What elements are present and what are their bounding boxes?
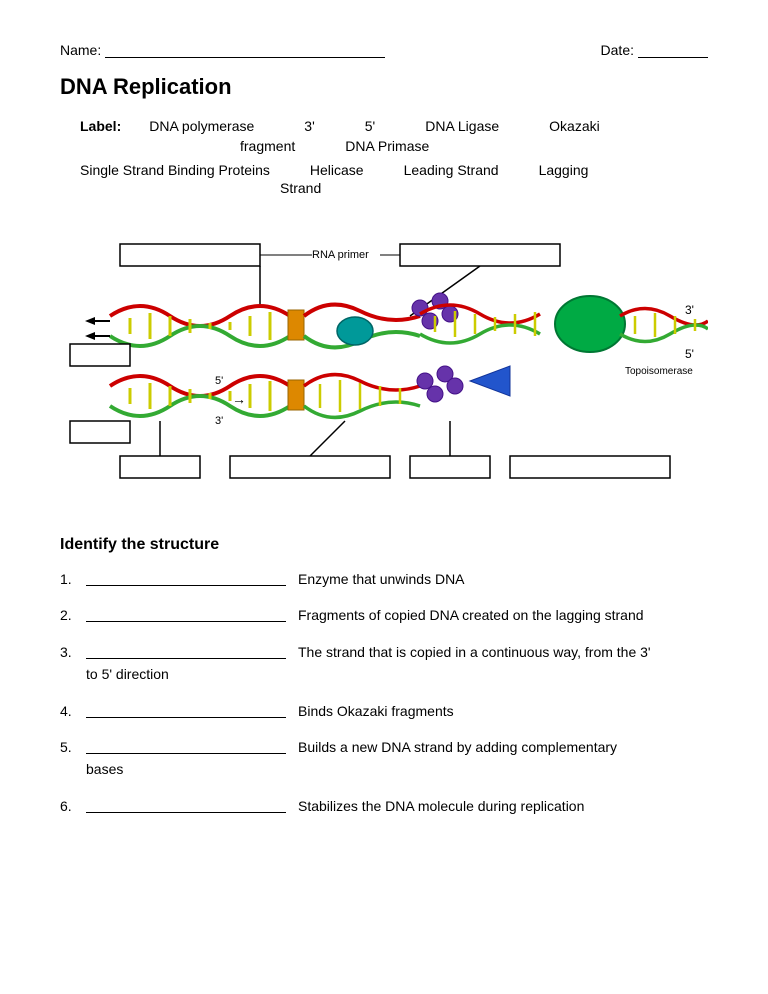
question-2: 2. Fragments of copied DNA created on th… bbox=[60, 604, 708, 626]
label-item-dna-polymerase: DNA polymerase bbox=[149, 118, 254, 134]
label-item-dna-primase: DNA Primase bbox=[345, 138, 429, 154]
q5-blank[interactable] bbox=[86, 736, 286, 754]
identify-section: Identify the structure 1. Enzyme that un… bbox=[60, 536, 708, 817]
q2-text: Fragments of copied DNA created on the l… bbox=[298, 604, 708, 626]
q6-num: 6. bbox=[60, 795, 80, 817]
q4-text: Binds Okazaki fragments bbox=[298, 700, 708, 722]
topoisomerase-label: Topoisomerase bbox=[625, 366, 693, 377]
label-item-ssbp: Single Strand Binding Proteins bbox=[80, 162, 270, 178]
label-item-3prime: 3' bbox=[304, 118, 314, 134]
name-field: Name: bbox=[60, 40, 385, 58]
q4-blank[interactable] bbox=[86, 700, 286, 718]
svg-text:3': 3' bbox=[215, 415, 223, 427]
label-bold: Label: bbox=[80, 118, 121, 134]
q5-text-cont: bases bbox=[86, 761, 123, 777]
identify-heading: Identify the structure bbox=[60, 536, 708, 554]
q1-num: 1. bbox=[60, 568, 80, 590]
date-field: Date: bbox=[601, 40, 708, 58]
diagram-container: RNA primer bbox=[60, 216, 708, 516]
q6-blank[interactable] bbox=[86, 795, 286, 813]
diagram-svg: RNA primer bbox=[60, 216, 708, 516]
name-label: Name: bbox=[60, 42, 101, 58]
question-4: 4. Binds Okazaki fragments bbox=[60, 700, 708, 722]
label-item-fragment: fragment bbox=[240, 138, 295, 154]
q1-blank[interactable] bbox=[86, 568, 286, 586]
label-item-helicase: Helicase bbox=[310, 162, 364, 178]
page-title: DNA Replication bbox=[60, 74, 708, 100]
q2-blank[interactable] bbox=[86, 604, 286, 622]
label-item-lagging: Lagging bbox=[539, 162, 589, 178]
label-item-leading-strand: Leading Strand bbox=[404, 162, 499, 178]
svg-text:→: → bbox=[232, 391, 246, 407]
name-input-line[interactable] bbox=[105, 40, 385, 58]
q1-text: Enzyme that unwinds DNA bbox=[298, 568, 708, 590]
q3-blank[interactable] bbox=[86, 641, 286, 659]
date-label: Date: bbox=[601, 42, 634, 58]
q2-num: 2. bbox=[60, 604, 80, 626]
q3-text-cont: to 5' direction bbox=[86, 666, 169, 682]
q4-num: 4. bbox=[60, 700, 80, 722]
rna-primer-label: RNA primer bbox=[312, 249, 369, 261]
q6-text: Stabilizes the DNA molecule during repli… bbox=[298, 795, 708, 817]
three-prime-top: 3' bbox=[685, 303, 694, 317]
header: Name: Date: bbox=[60, 40, 708, 58]
q5-text: Builds a new DNA strand by adding comple… bbox=[298, 736, 708, 758]
label-item-okazaki: Okazaki bbox=[549, 118, 600, 134]
question-6: 6. Stabilizes the DNA molecule during re… bbox=[60, 795, 708, 817]
five-prime-bottom: 5' bbox=[685, 347, 694, 361]
q3-num: 3. bbox=[60, 641, 80, 663]
label-section: Label: DNA polymerase 3' 5' DNA Ligase O… bbox=[60, 118, 708, 196]
label-item-strand: Strand bbox=[280, 180, 321, 196]
q5-num: 5. bbox=[60, 736, 80, 758]
date-input-line[interactable] bbox=[638, 40, 708, 58]
q3-text: The strand that is copied in a continuou… bbox=[298, 641, 708, 663]
label-item-dna-ligase: DNA Ligase bbox=[425, 118, 499, 134]
question-3: 3. The strand that is copied in a contin… bbox=[60, 641, 708, 686]
label-item-5prime: 5' bbox=[365, 118, 375, 134]
question-1: 1. Enzyme that unwinds DNA bbox=[60, 568, 708, 590]
svg-text:5': 5' bbox=[215, 375, 223, 387]
question-5: 5. Builds a new DNA strand by adding com… bbox=[60, 736, 708, 781]
